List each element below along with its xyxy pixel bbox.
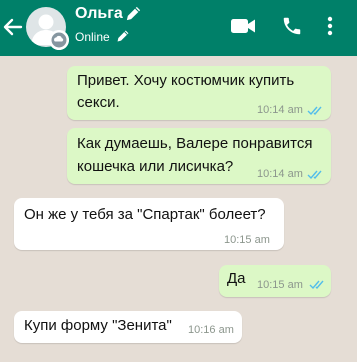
arrow-left-icon[interactable] <box>2 14 24 40</box>
phone-icon[interactable] <box>281 14 303 38</box>
message-bubble-outgoing[interactable]: Да 10:15 am <box>219 265 331 297</box>
pencil-icon[interactable] <box>116 29 130 43</box>
message-time: 10:14 am <box>257 104 303 116</box>
message-bubble-incoming[interactable]: Он же у тебя за "Спартак" болеет? 10:15 … <box>14 198 284 250</box>
double-check-icon <box>309 280 324 290</box>
more-vertical-icon[interactable] <box>323 14 337 38</box>
message-bubble-outgoing[interactable]: Как думаешь, Валере понравится кошечка и… <box>67 128 331 184</box>
message-time: 10:15 am <box>224 234 270 246</box>
double-check-icon <box>307 170 322 180</box>
message-time: 10:16 am <box>188 324 234 336</box>
message-bubble-outgoing[interactable]: Привет. Хочу костюмчик купить секси. 10:… <box>67 66 331 120</box>
message-text: секси. <box>77 94 120 111</box>
message-time: 10:15 am <box>257 279 303 291</box>
chat-header: Ольга Online <box>0 0 357 56</box>
contact-name[interactable]: Ольга <box>75 5 123 23</box>
video-camera-icon[interactable] <box>229 15 257 37</box>
message-bubble-incoming[interactable]: Купи форму "Зенита" 10:16 am <box>14 311 242 343</box>
pencil-icon[interactable] <box>125 5 142 22</box>
contact-status: Online <box>75 30 110 44</box>
message-text: кошечка или лисичка? <box>77 158 234 175</box>
message-text: Купи форму "Зенита" <box>24 317 172 334</box>
double-check-icon <box>307 106 322 116</box>
status-badge-icon <box>49 30 69 50</box>
message-time: 10:14 am <box>257 168 303 180</box>
message-text: Да <box>227 270 246 287</box>
message-text: Он же у тебя за "Спартак" болеет? <box>24 206 266 223</box>
